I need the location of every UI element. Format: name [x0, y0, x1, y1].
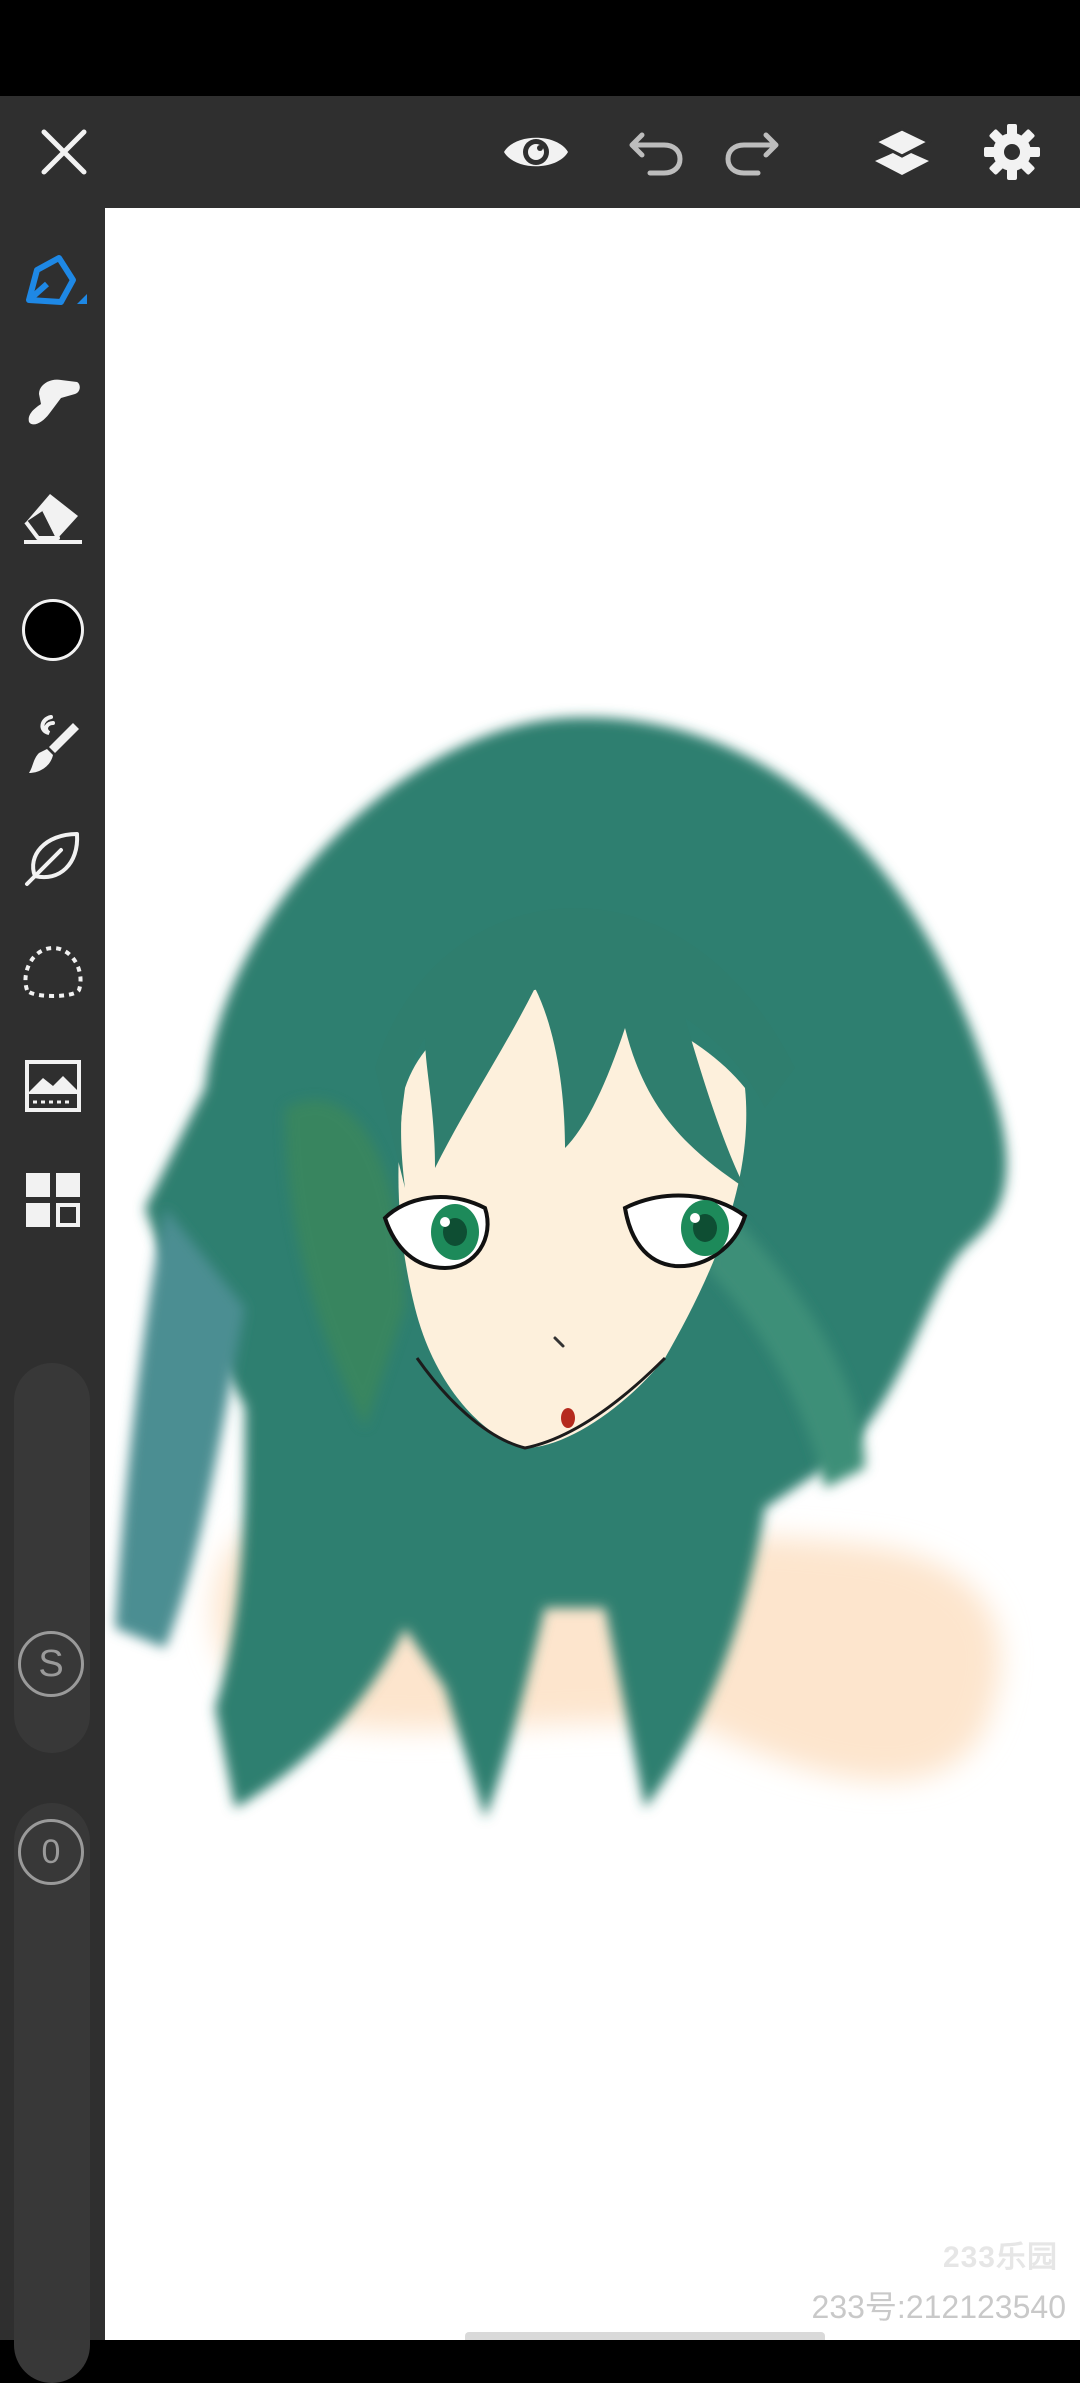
pencil-icon — [25, 255, 87, 305]
close-button[interactable] — [14, 96, 114, 208]
lasso-tool[interactable] — [0, 922, 105, 1022]
leaf-tool[interactable] — [0, 808, 105, 908]
opacity-label: 0 — [41, 1832, 61, 1871]
artwork — [115, 717, 1007, 1818]
layers-icon — [871, 127, 933, 175]
image-adjust-tool[interactable] — [0, 1036, 105, 1136]
color-picker-button[interactable] — [0, 580, 105, 680]
watermark-id-text: 233号:212123540 — [811, 2289, 1066, 2325]
eraser-tool[interactable] — [0, 466, 105, 566]
opacity-knob[interactable]: 0 — [18, 1819, 84, 1885]
gear-icon — [984, 124, 1040, 180]
color-swatch — [21, 599, 84, 661]
top-toolbar — [0, 96, 1080, 208]
brush-size-slider[interactable]: S — [14, 1363, 90, 1753]
eraser-icon — [23, 494, 82, 544]
undo-icon — [629, 132, 683, 176]
pencil-tool[interactable] — [0, 235, 105, 335]
leaf-icon — [24, 832, 79, 886]
redo-icon — [725, 132, 779, 176]
undo-button[interactable] — [606, 96, 706, 208]
lasso-icon — [23, 945, 82, 998]
smudge-icon — [28, 379, 80, 425]
layers-button[interactable] — [852, 96, 952, 208]
brush-tool[interactable] — [0, 694, 105, 794]
brush-icon — [28, 715, 79, 773]
brush-size-knob[interactable]: S — [18, 1631, 84, 1697]
grid-tool[interactable] — [0, 1150, 105, 1250]
image-adjust-icon — [24, 1060, 81, 1112]
drawing-canvas[interactable]: 233乐园 233号:212123540 — [105, 208, 1080, 2340]
grid-icon — [25, 1173, 80, 1227]
preview-button[interactable] — [486, 96, 586, 208]
eye-icon — [504, 137, 568, 167]
brush-size-label: S — [38, 1642, 64, 1685]
redo-button[interactable] — [702, 96, 802, 208]
home-indicator[interactable] — [465, 2332, 825, 2340]
watermark-logo: 233乐园 — [942, 2241, 1058, 2274]
status-bar — [0, 0, 1080, 96]
settings-button[interactable] — [962, 96, 1062, 208]
opacity-slider[interactable]: 0 — [14, 1803, 90, 2383]
close-icon — [41, 129, 87, 175]
tool-sidebar: S 0 — [0, 208, 105, 2383]
smudge-tool[interactable] — [0, 352, 105, 452]
